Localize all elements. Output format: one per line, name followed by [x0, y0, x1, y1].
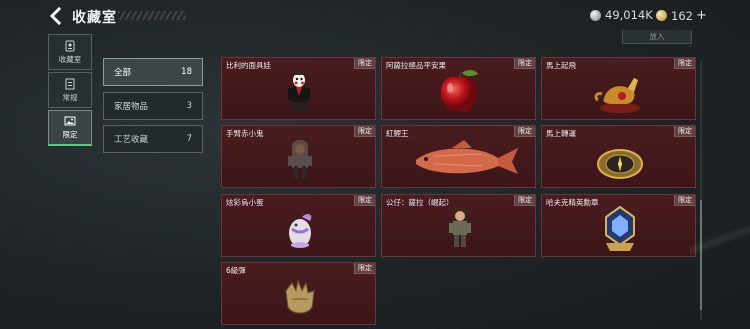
elite-medal-icon — [605, 205, 635, 251]
collection-card[interactable]: 馬上轉運 限定 — [541, 125, 696, 188]
filter-all[interactable]: 全部 18 — [103, 58, 203, 86]
place-button[interactable]: 放入 — [622, 30, 692, 44]
gold-currency[interactable]: 162 + — [656, 8, 707, 23]
red-carp-icon — [416, 140, 518, 174]
collection-card[interactable]: 6級彈 限定 — [221, 262, 376, 325]
collection-card[interactable]: 紅鯉王 限定 — [381, 125, 536, 188]
collection-card[interactable]: 阿薩拉極品平安果 限定 — [381, 57, 536, 120]
title-decoration — [118, 11, 186, 20]
hooded-figure-icon — [288, 140, 312, 178]
soldier-figure-icon — [449, 206, 471, 247]
filter-label: 家居物品 — [114, 102, 149, 112]
red-apple-icon — [440, 70, 478, 112]
add-currency-button[interactable]: + — [696, 8, 707, 23]
collection-card[interactable]: 手臂赤小鬼 限定 — [221, 125, 376, 188]
filter-label: 工艺收藏 — [114, 135, 149, 145]
gold-coin-icon — [656, 10, 667, 21]
background-decoration — [690, 190, 750, 290]
gold-amount: 162 — [671, 8, 693, 23]
silver-coin-icon — [590, 9, 601, 21]
filter-count: 7 — [186, 134, 192, 144]
collection-card[interactable]: 公仔：薩拉（崛起） 限定 — [381, 194, 536, 257]
egg-bird-icon — [289, 214, 312, 248]
back-arrow-icon[interactable] — [48, 7, 64, 25]
compass-medallion-icon — [597, 149, 643, 179]
silver-currency: 49,014K — [590, 8, 653, 22]
collection-card[interactable]: 炫彩烏小蛋 限定 — [221, 194, 376, 257]
collection-card[interactable]: 馬上起飛 限定 — [541, 57, 696, 120]
id-card-icon — [65, 40, 75, 51]
billy-puppet-icon — [288, 71, 310, 112]
golden-horse-icon — [594, 78, 640, 113]
tab-label: 限定 — [62, 130, 78, 139]
tab-regular[interactable]: 常规 — [48, 72, 92, 108]
tab-label: 常规 — [62, 92, 78, 102]
gold-glove-icon — [285, 279, 315, 314]
picture-icon — [64, 116, 76, 126]
silver-amount: 49,014K — [605, 8, 653, 22]
tab-label: 收藏室 — [58, 54, 82, 64]
filter-label: 全部 — [114, 68, 132, 78]
filter-count: 18 — [181, 67, 192, 77]
filter-count: 3 — [186, 101, 192, 111]
collection-card[interactable]: 比利的面具娃 限定 — [221, 57, 376, 120]
filter-home-items[interactable]: 家居物品 3 — [103, 92, 203, 120]
collection-card[interactable]: 哈夫克精英勳章 限定 — [541, 194, 696, 257]
filter-crafts[interactable]: 工艺收藏 7 — [103, 125, 203, 153]
page-title: 收藏室 — [72, 10, 117, 26]
top-bar: 收藏室 49,014K 162 + — [0, 0, 750, 32]
tab-collection-room[interactable]: 收藏室 — [48, 34, 92, 70]
document-icon — [65, 78, 75, 89]
tab-limited[interactable]: 限定 — [48, 110, 92, 146]
